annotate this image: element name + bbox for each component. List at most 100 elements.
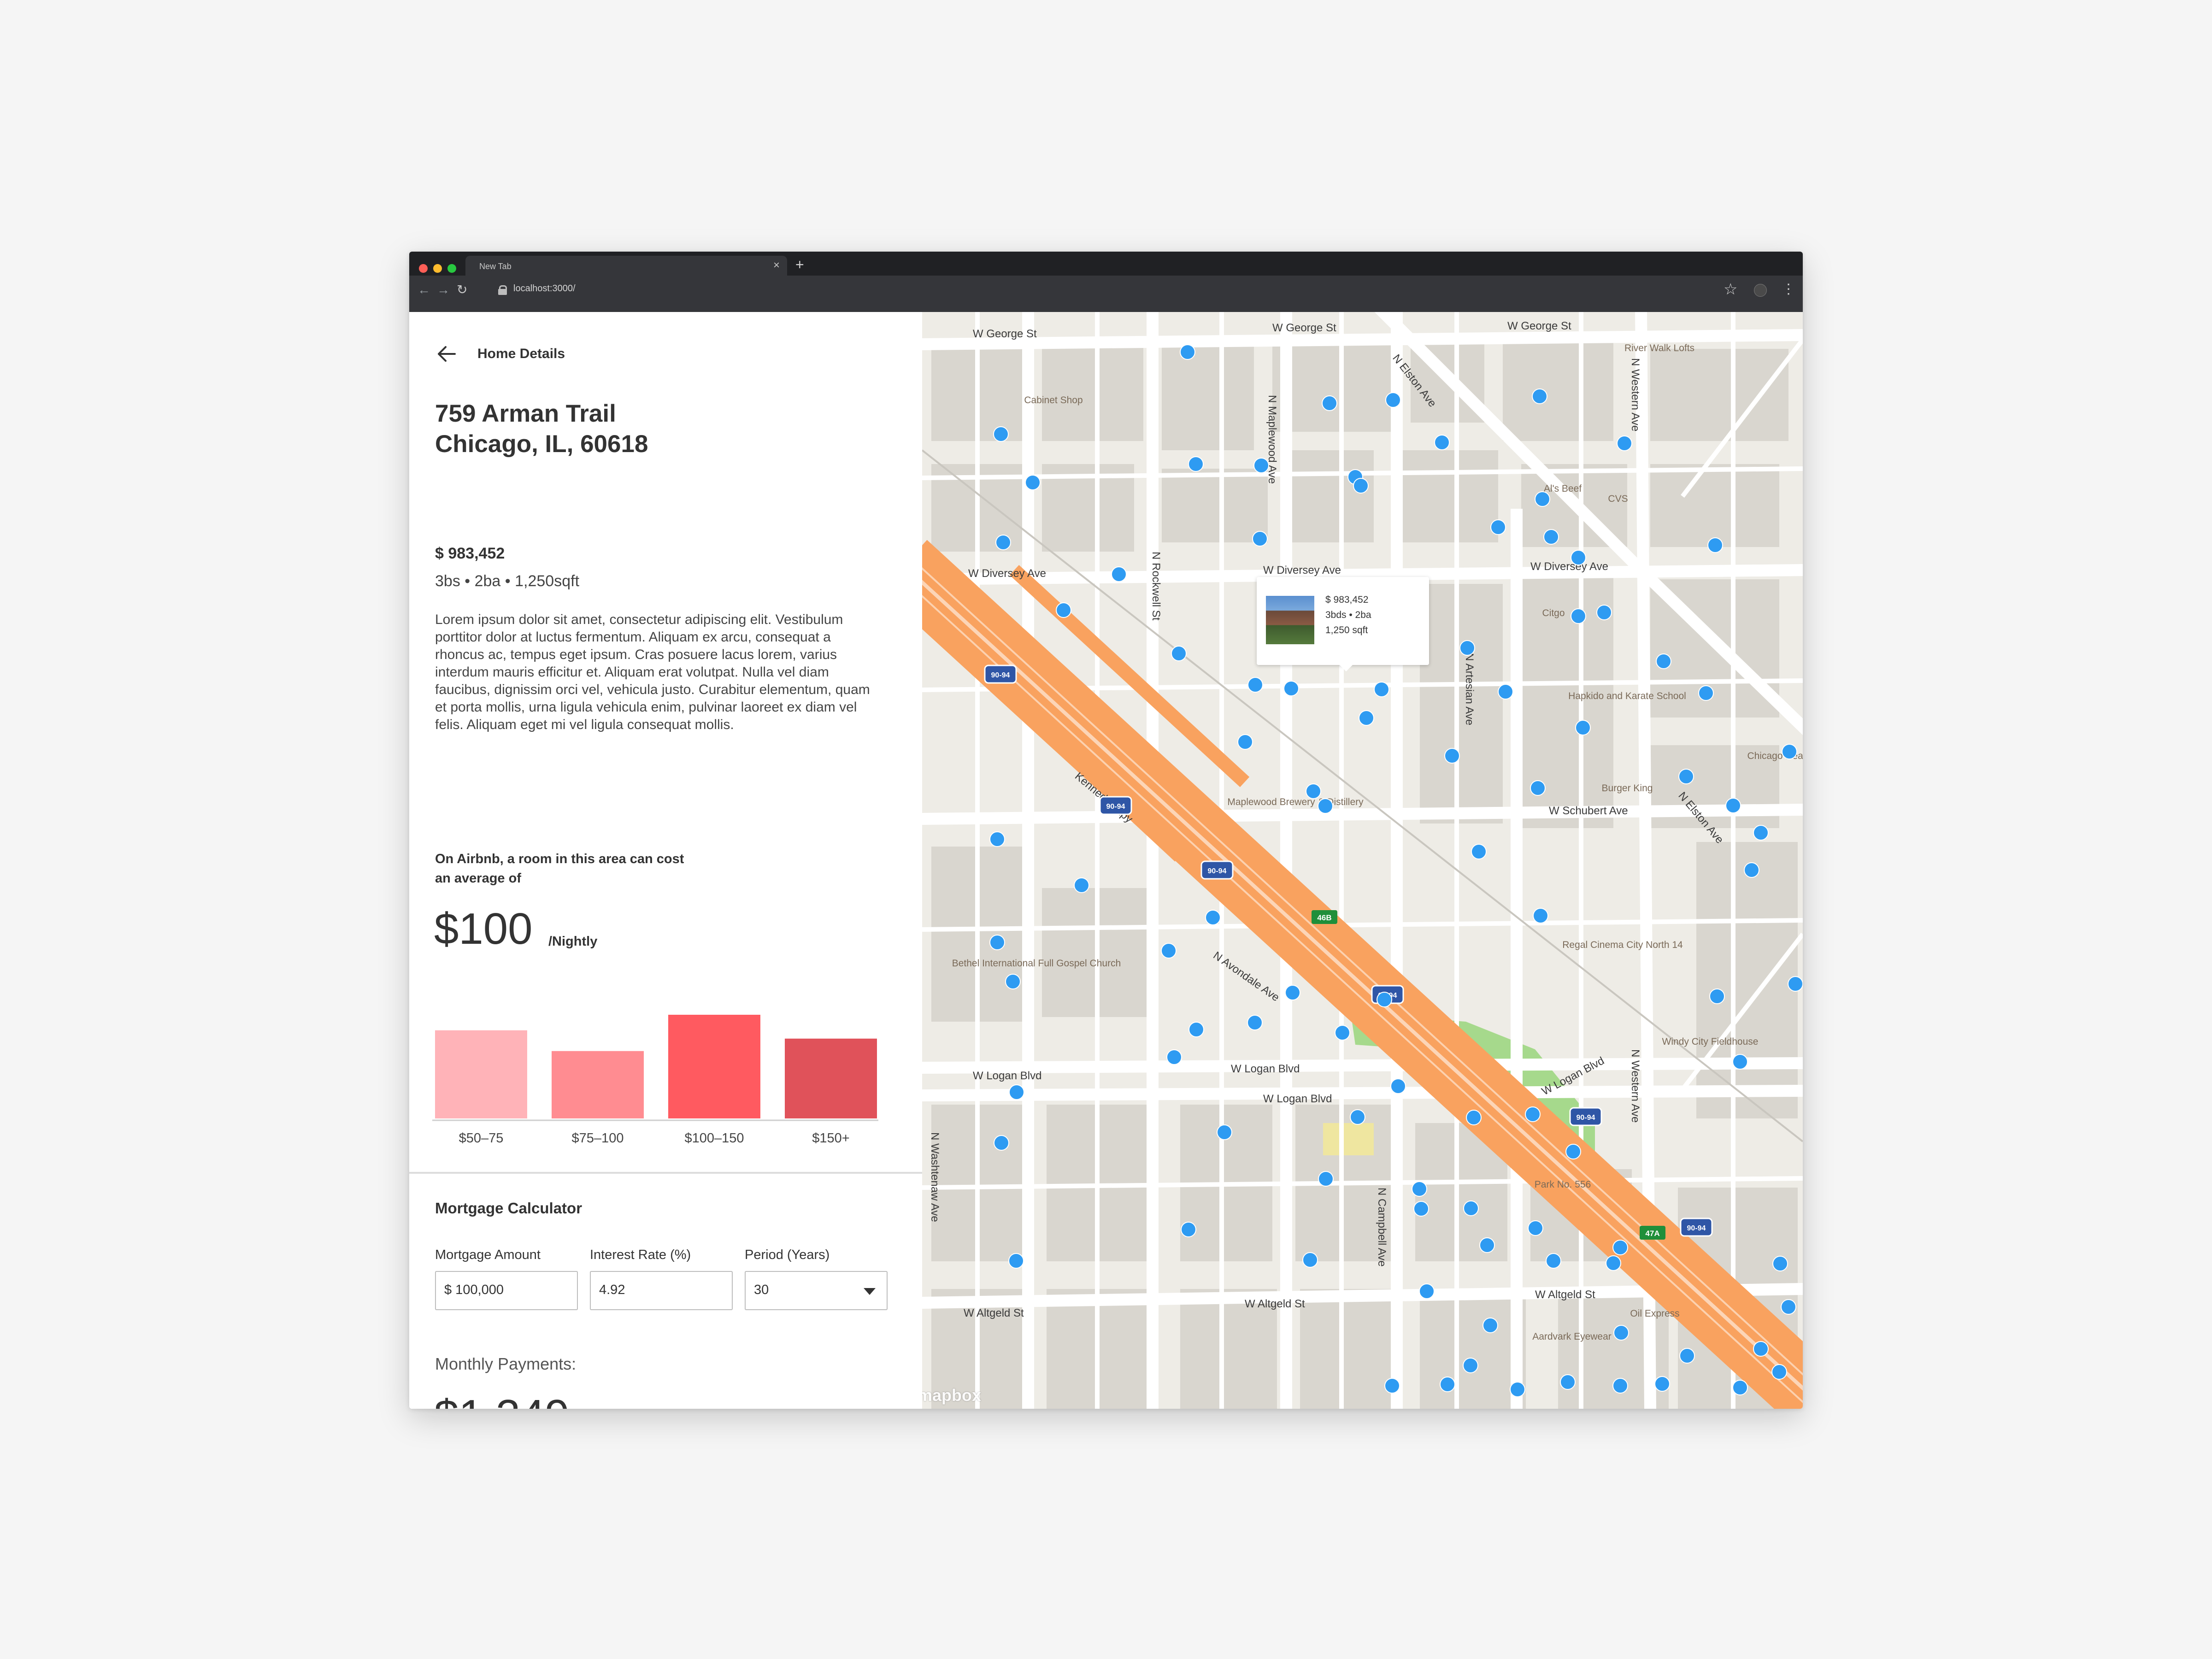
chart-bar[interactable] <box>668 1015 760 1118</box>
listing-marker[interactable] <box>1188 456 1204 472</box>
listing-marker[interactable] <box>1419 1283 1435 1299</box>
listing-marker[interactable] <box>1571 608 1586 624</box>
mortgage-amount-input[interactable]: $ 100,000 <box>435 1271 578 1310</box>
poi-label[interactable]: Park No. 556 <box>1535 1179 1591 1190</box>
address-bar[interactable]: localhost:3000/ <box>513 283 576 294</box>
listing-marker[interactable] <box>1074 877 1089 893</box>
bookmark-star-icon[interactable]: ☆ <box>1724 281 1737 298</box>
poi-label[interactable]: CVS <box>1608 494 1628 504</box>
listing-marker[interactable] <box>1772 1256 1788 1271</box>
listing-marker[interactable] <box>1440 1377 1455 1392</box>
listing-marker[interactable] <box>1335 1025 1350 1041</box>
listing-marker[interactable] <box>1698 685 1714 701</box>
back-nav-icon[interactable]: ← <box>418 283 430 297</box>
listing-marker[interactable] <box>1612 1240 1628 1255</box>
listing-marker[interactable] <box>1217 1124 1232 1140</box>
listing-marker[interactable] <box>1525 1106 1541 1122</box>
poi-label[interactable]: Oil Express <box>1630 1308 1679 1319</box>
listing-marker[interactable] <box>1656 653 1671 669</box>
listing-marker[interactable] <box>1781 1299 1796 1315</box>
listing-marker[interactable] <box>995 535 1011 550</box>
listing-marker[interactable] <box>1606 1255 1621 1271</box>
listing-marker[interactable] <box>1350 1109 1365 1125</box>
listing-marker[interactable] <box>1732 1054 1748 1070</box>
poi-label[interactable]: Hapkido and Karate School <box>1568 691 1686 701</box>
minimize-window-button[interactable] <box>433 264 442 273</box>
chart-bar[interactable] <box>785 1038 877 1118</box>
period-select[interactable]: 30 <box>745 1271 888 1310</box>
listing-marker[interactable] <box>1654 1376 1670 1392</box>
listing-marker[interactable] <box>1528 1220 1543 1236</box>
listing-marker[interactable] <box>1247 1015 1263 1030</box>
listing-marker[interactable] <box>1390 1078 1406 1094</box>
listing-marker[interactable] <box>1498 684 1513 700</box>
listing-marker[interactable] <box>1510 1382 1525 1397</box>
listing-marker[interactable] <box>1302 1252 1318 1268</box>
listing-marker[interactable] <box>1546 1253 1561 1269</box>
browser-menu-icon[interactable]: ⋮ <box>1782 280 1795 299</box>
listing-marker[interactable] <box>1533 908 1548 924</box>
listing-marker[interactable] <box>1571 550 1586 565</box>
listing-marker[interactable] <box>1181 1222 1196 1237</box>
listing-marker[interactable] <box>1459 640 1475 656</box>
listing-marker[interactable] <box>1707 537 1723 553</box>
listing-marker[interactable] <box>1753 825 1769 841</box>
listing-marker[interactable] <box>1412 1181 1427 1197</box>
listing-marker[interactable] <box>1009 1084 1024 1100</box>
listing-marker[interactable] <box>1247 677 1263 693</box>
listing-marker[interactable] <box>1180 344 1195 360</box>
listing-marker[interactable] <box>994 1135 1009 1151</box>
listing-marker[interactable] <box>1709 988 1725 1004</box>
listing-marker[interactable] <box>1322 395 1337 411</box>
chart-bar[interactable] <box>435 1030 527 1118</box>
listing-marker[interactable] <box>1166 1049 1182 1065</box>
listing-marker[interactable] <box>1005 974 1021 989</box>
mapbox-attribution[interactable]: mapbox <box>922 1386 981 1405</box>
poi-label[interactable]: Citgo <box>1542 608 1565 618</box>
listing-popup[interactable]: $ 983,452 3bds • 2ba 1,250 sqft <box>1257 577 1429 671</box>
listing-marker[interactable] <box>1732 1380 1748 1395</box>
back-arrow-icon[interactable] <box>435 342 459 366</box>
listing-marker[interactable] <box>1678 769 1694 784</box>
poi-label[interactable]: Maplewood Brewery & Distillery <box>1227 797 1364 807</box>
listing-marker[interactable] <box>1237 734 1253 750</box>
maximize-window-button[interactable] <box>447 264 456 273</box>
listing-marker[interactable] <box>1318 1171 1334 1187</box>
listing-marker[interactable] <box>1008 1253 1024 1269</box>
browser-tab[interactable]: New Tab × <box>465 256 787 276</box>
poi-label[interactable]: River Walk Lofts <box>1624 343 1694 353</box>
listing-marker[interactable] <box>1788 976 1803 992</box>
listing-marker[interactable] <box>1725 798 1741 813</box>
listing-marker[interactable] <box>1483 1318 1498 1333</box>
listing-marker[interactable] <box>1744 862 1759 878</box>
reload-icon[interactable]: ↻ <box>457 283 467 297</box>
listing-marker[interactable] <box>1596 605 1612 620</box>
listing-marker[interactable] <box>1471 844 1487 859</box>
close-window-button[interactable] <box>419 264 428 273</box>
listing-marker[interactable] <box>1205 910 1221 925</box>
listing-marker[interactable] <box>1463 1200 1479 1216</box>
listing-marker[interactable] <box>1385 392 1401 408</box>
listing-marker[interactable] <box>1771 1364 1787 1380</box>
listing-marker[interactable] <box>1111 566 1127 582</box>
listing-marker[interactable] <box>1253 458 1269 473</box>
listing-marker[interactable] <box>1374 682 1389 697</box>
forward-nav-icon[interactable]: → <box>437 283 450 297</box>
poi-label[interactable]: Windy City Fieldhouse <box>1662 1036 1759 1047</box>
listing-marker[interactable] <box>989 831 1005 847</box>
listing-marker[interactable] <box>1565 1144 1581 1159</box>
poi-label[interactable]: Bethel International Full Gospel Church <box>952 958 1121 969</box>
listing-marker[interactable] <box>1575 720 1591 735</box>
listing-marker[interactable] <box>1252 531 1268 547</box>
map-canvas[interactable]: W George St W George StN Elston AveW Geor… <box>922 312 1803 1409</box>
listing-marker[interactable] <box>1359 710 1374 726</box>
listing-marker[interactable] <box>1617 435 1632 451</box>
listing-marker[interactable] <box>1384 1378 1400 1394</box>
listing-marker[interactable] <box>1479 1237 1495 1253</box>
listing-marker[interactable] <box>993 426 1009 442</box>
listing-marker[interactable] <box>1306 783 1321 799</box>
listing-marker[interactable] <box>1490 519 1506 535</box>
poi-label[interactable]: Aardvark Eyewear <box>1532 1331 1612 1342</box>
listing-marker[interactable] <box>1753 1341 1769 1357</box>
listing-marker[interactable] <box>1171 646 1187 661</box>
